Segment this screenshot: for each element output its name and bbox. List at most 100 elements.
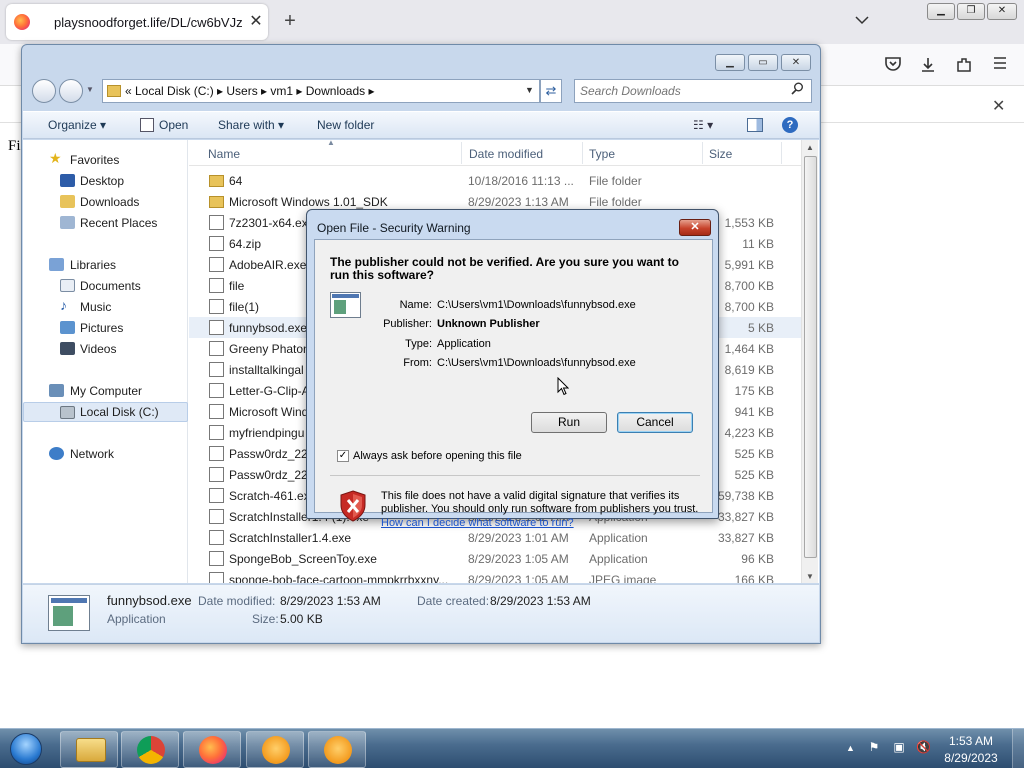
taskbar-scratch-2[interactable] bbox=[308, 731, 366, 768]
column-divider[interactable] bbox=[781, 142, 782, 164]
search-box[interactable] bbox=[574, 79, 812, 103]
action-center-flag-icon[interactable]: ⚑ bbox=[867, 740, 881, 754]
preview-pane-icon[interactable] bbox=[747, 118, 763, 132]
taskbar-chrome[interactable] bbox=[121, 731, 179, 768]
browser-close-button[interactable]: ✕ bbox=[987, 3, 1017, 20]
explorer-maximize-button[interactable]: ▭ bbox=[748, 54, 778, 71]
taskbar-firefox[interactable] bbox=[183, 731, 241, 768]
nav-downloads[interactable]: Downloads bbox=[23, 192, 188, 212]
browser-minimize-button[interactable]: ▁ bbox=[927, 3, 955, 20]
extensions-icon[interactable] bbox=[954, 56, 974, 74]
nav-libraries[interactable]: Libraries bbox=[23, 255, 188, 275]
nav-local-disk[interactable]: Local Disk (C:) bbox=[23, 402, 188, 422]
dialog-question: The publisher could not be verified. Are… bbox=[330, 255, 679, 282]
recent-pages-icon[interactable]: ▼ bbox=[86, 85, 94, 94]
start-button[interactable] bbox=[6, 731, 46, 767]
from-value: C:\Users\vm1\Downloads\funnybsod.exe bbox=[437, 357, 636, 369]
file-icon bbox=[209, 257, 224, 272]
back-button[interactable] bbox=[32, 79, 56, 103]
help-link[interactable]: How can I decide what software to run? bbox=[381, 517, 574, 529]
checkmark-icon[interactable]: ✓ bbox=[337, 450, 349, 462]
menu-icon[interactable] bbox=[990, 56, 1010, 74]
music-icon: ♪ bbox=[60, 297, 67, 313]
file-row[interactable]: 64 10/18/2016 11:13 ... File folder bbox=[189, 170, 801, 191]
column-divider[interactable] bbox=[702, 142, 703, 164]
nav-network[interactable]: Network bbox=[23, 444, 188, 464]
column-name[interactable]: Name bbox=[208, 147, 240, 161]
explorer-minimize-button[interactable]: ▁ bbox=[715, 54, 745, 71]
application-icon bbox=[48, 595, 90, 631]
file-size: 166 KB bbox=[734, 573, 774, 583]
dialog-divider bbox=[330, 475, 700, 476]
file-row[interactable]: sponge-bob-face-cartoon-mmpkrrbxxny... 8/… bbox=[189, 569, 801, 583]
new-folder-button[interactable]: New folder bbox=[317, 118, 374, 132]
nav-documents[interactable]: Documents bbox=[23, 276, 188, 296]
downloads-icon[interactable] bbox=[918, 56, 938, 74]
column-date-modified[interactable]: Date modified bbox=[469, 147, 543, 161]
pocket-icon[interactable] bbox=[883, 56, 903, 74]
show-hidden-icons[interactable]: ▲ bbox=[846, 743, 855, 753]
search-input[interactable] bbox=[580, 83, 785, 99]
share-with-button[interactable]: Share with ▾ bbox=[218, 118, 284, 132]
column-divider[interactable] bbox=[582, 142, 583, 164]
nav-favorites[interactable]: ★ Favorites bbox=[23, 150, 188, 170]
notification-close-icon[interactable]: ✕ bbox=[992, 96, 1005, 116]
column-size[interactable]: Size bbox=[709, 147, 732, 161]
dialog-close-button[interactable]: ✕ bbox=[679, 219, 711, 236]
run-button[interactable]: Run bbox=[531, 412, 607, 433]
column-divider[interactable] bbox=[461, 142, 462, 164]
name-label: Name: bbox=[399, 299, 432, 311]
network-tray-icon[interactable]: ▣ bbox=[892, 740, 906, 754]
network-icon bbox=[49, 447, 64, 460]
column-type[interactable]: Type bbox=[589, 147, 615, 161]
refresh-icon[interactable]: ⇄ bbox=[540, 79, 562, 103]
videos-icon bbox=[60, 342, 75, 355]
clock-date[interactable]: 8/29/2023 bbox=[940, 751, 1002, 765]
taskbar-scratch[interactable] bbox=[246, 731, 304, 768]
address-bar[interactable]: « Local Disk (C:) ▸ Users ▸ vm1 ▸ Downlo… bbox=[102, 79, 540, 103]
explorer-close-button[interactable]: ✕ bbox=[781, 54, 811, 71]
pictures-icon bbox=[60, 321, 75, 334]
nav-desktop[interactable]: Desktop bbox=[23, 171, 188, 191]
vertical-scrollbar[interactable]: ▲ ▼ bbox=[801, 140, 818, 583]
nav-my-computer[interactable]: My Computer bbox=[23, 381, 188, 401]
list-all-tabs-icon[interactable] bbox=[855, 12, 873, 30]
nav-pictures[interactable]: Pictures bbox=[23, 318, 188, 338]
help-icon[interactable]: ? bbox=[782, 117, 798, 133]
organize-button[interactable]: Organize ▾ bbox=[48, 118, 106, 132]
command-bar: Organize ▾ Open Share with ▾ New folder … bbox=[23, 111, 819, 139]
scrollbar-thumb[interactable] bbox=[804, 156, 817, 558]
tab-title: playsnoodforget.life/DL/cw6bVJzAk bbox=[54, 15, 242, 30]
taskbar-explorer[interactable] bbox=[60, 731, 118, 768]
breadcrumb[interactable]: « Local Disk (C:) ▸ Users ▸ vm1 ▸ Downlo… bbox=[125, 84, 375, 98]
drive-icon bbox=[60, 406, 75, 419]
search-icon[interactable] bbox=[791, 82, 804, 98]
folder-icon bbox=[76, 738, 106, 762]
nav-music[interactable]: ♪ Music bbox=[23, 297, 188, 317]
open-icon bbox=[140, 118, 154, 132]
file-row[interactable]: ScratchInstaller1.4.exe 8/29/2023 1:01 AM… bbox=[189, 527, 801, 548]
nav-recent-places[interactable]: Recent Places bbox=[23, 213, 188, 233]
file-icon bbox=[209, 341, 224, 356]
file-row[interactable]: SpongeBob_ScreenToy.exe 8/29/2023 1:05 AM… bbox=[189, 548, 801, 569]
forward-button[interactable] bbox=[59, 79, 83, 103]
change-view-icon[interactable]: ☷ ▾ bbox=[693, 118, 713, 132]
open-button[interactable]: Open bbox=[159, 118, 188, 132]
volume-muted-icon[interactable]: 🔇 bbox=[916, 740, 931, 754]
new-tab-button[interactable]: + bbox=[279, 10, 301, 34]
browser-restore-button[interactable]: ❐ bbox=[957, 3, 985, 20]
file-icon bbox=[209, 362, 224, 377]
cancel-button[interactable]: Cancel bbox=[617, 412, 693, 433]
nav-videos[interactable]: Videos bbox=[23, 339, 188, 359]
file-icon bbox=[209, 551, 224, 566]
clock-time[interactable]: 1:53 AM bbox=[940, 734, 1002, 748]
scroll-up-icon[interactable]: ▲ bbox=[806, 143, 814, 152]
scroll-down-icon[interactable]: ▼ bbox=[806, 572, 814, 581]
tab-close-icon[interactable]: ✕ bbox=[246, 12, 266, 32]
file-name: Microsoft Wind bbox=[229, 405, 309, 419]
file-name: ScratchInstaller1.4.exe bbox=[229, 531, 352, 545]
scratch-cat-icon bbox=[324, 736, 352, 764]
browser-tab[interactable]: playsnoodforget.life/DL/cw6bVJzAk ✕ bbox=[6, 4, 268, 40]
address-dropdown-icon[interactable]: ▼ bbox=[525, 85, 534, 95]
show-desktop-button[interactable] bbox=[1012, 729, 1024, 769]
